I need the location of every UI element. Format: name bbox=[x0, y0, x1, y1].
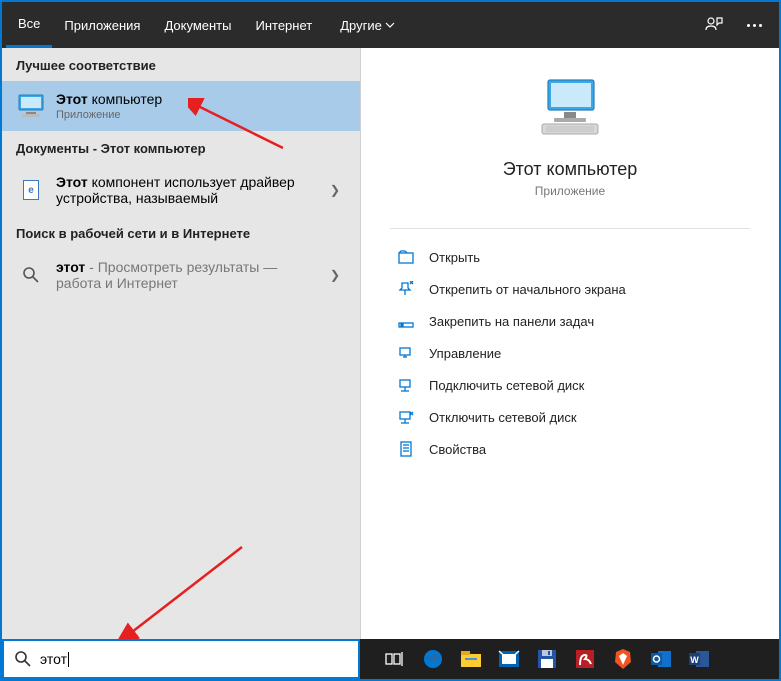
this-pc-icon bbox=[16, 93, 46, 119]
brave-icon[interactable] bbox=[606, 642, 640, 676]
search-content: Лучшее соответствие Этот компьютер Прило… bbox=[2, 48, 779, 639]
mail-icon[interactable] bbox=[492, 642, 526, 676]
result-bold: этот bbox=[56, 259, 85, 275]
word-icon[interactable]: W bbox=[682, 642, 716, 676]
documents-header: Документы - Этот компьютер bbox=[2, 131, 360, 164]
unpin-icon bbox=[395, 280, 417, 298]
result-text: Этот компьютер Приложение bbox=[56, 91, 346, 121]
properties-icon bbox=[395, 440, 417, 458]
tab-apps[interactable]: Приложения bbox=[52, 4, 152, 47]
action-label: Свойства bbox=[429, 442, 486, 457]
action-label: Подключить сетевой диск bbox=[429, 378, 584, 393]
tab-documents[interactable]: Документы bbox=[152, 4, 243, 47]
best-match-header: Лучшее соответствие bbox=[2, 48, 360, 81]
search-box[interactable]: этот bbox=[2, 639, 360, 679]
preview-title: Этот компьютер bbox=[503, 159, 638, 180]
action-label: Открыть bbox=[429, 250, 480, 265]
outlook-icon[interactable] bbox=[644, 642, 678, 676]
action-properties[interactable]: Свойства bbox=[395, 433, 779, 465]
result-text: Этот компонент использует драйвер устрой… bbox=[56, 174, 324, 206]
document-icon: e bbox=[16, 177, 46, 203]
result-bold: Этот bbox=[56, 91, 88, 107]
divider bbox=[390, 228, 749, 229]
task-view-icon[interactable] bbox=[378, 642, 412, 676]
preview-panel: Этот компьютер Приложение Открыть Откреп… bbox=[360, 48, 779, 639]
tabs-right-controls bbox=[697, 8, 771, 42]
feedback-icon[interactable] bbox=[697, 8, 731, 42]
result-rest: компонент использует драйвер устройства,… bbox=[56, 174, 295, 206]
result-text: этот - Просмотреть результаты — работа и… bbox=[56, 259, 324, 291]
search-icon bbox=[14, 650, 32, 668]
edge-icon[interactable] bbox=[416, 642, 450, 676]
action-label: Открепить от начального экрана bbox=[429, 282, 626, 297]
open-icon bbox=[395, 248, 417, 266]
action-disconnect-drive[interactable]: Отключить сетевой диск bbox=[395, 401, 779, 433]
actions-list: Открыть Открепить от начального экрана З… bbox=[361, 241, 779, 465]
result-web-search[interactable]: этот - Просмотреть результаты — работа и… bbox=[2, 249, 360, 301]
result-rest: компьютер bbox=[88, 91, 162, 107]
preview-this-pc-icon bbox=[534, 76, 606, 145]
web-search-header: Поиск в рабочей сети и в Интернете bbox=[2, 216, 360, 249]
search-input[interactable]: этот bbox=[40, 651, 348, 668]
disconnect-drive-icon bbox=[395, 408, 417, 426]
taskbar: этот W bbox=[2, 639, 779, 679]
map-drive-icon bbox=[395, 376, 417, 394]
result-bold: Этот bbox=[56, 174, 88, 190]
chevron-down-icon bbox=[385, 22, 395, 28]
adobe-reader-icon[interactable] bbox=[568, 642, 602, 676]
action-map-drive[interactable]: Подключить сетевой диск bbox=[395, 369, 779, 401]
action-label: Отключить сетевой диск bbox=[429, 410, 577, 425]
action-pin-taskbar[interactable]: Закрепить на панели задач bbox=[395, 305, 779, 337]
action-unpin-start[interactable]: Открепить от начального экрана bbox=[395, 273, 779, 305]
result-sub: Приложение bbox=[56, 109, 346, 121]
search-value: этот bbox=[40, 651, 67, 667]
taskbar-icons: W bbox=[360, 642, 716, 676]
chevron-right-icon[interactable]: ❯ bbox=[324, 268, 346, 282]
save-icon[interactable] bbox=[530, 642, 564, 676]
tab-more[interactable]: Другие bbox=[328, 4, 407, 47]
file-explorer-icon[interactable] bbox=[454, 642, 488, 676]
svg-text:W: W bbox=[690, 655, 699, 665]
pin-taskbar-icon bbox=[395, 312, 417, 330]
result-this-pc[interactable]: Этот компьютер Приложение bbox=[2, 81, 360, 131]
tab-internet[interactable]: Интернет bbox=[243, 4, 324, 47]
result-rest: - Просмотреть результаты — работа и Инте… bbox=[56, 259, 277, 291]
tab-all[interactable]: Все bbox=[6, 2, 52, 48]
preview-subtitle: Приложение bbox=[535, 184, 605, 198]
more-options-icon[interactable] bbox=[737, 8, 771, 42]
result-document[interactable]: e Этот компонент использует драйвер устр… bbox=[2, 164, 360, 216]
action-manage[interactable]: Управление bbox=[395, 337, 779, 369]
action-open[interactable]: Открыть bbox=[395, 241, 779, 273]
search-icon bbox=[16, 262, 46, 288]
chevron-right-icon[interactable]: ❯ bbox=[324, 183, 346, 197]
search-tabs: Все Приложения Документы Интернет Другие bbox=[2, 2, 779, 48]
action-label: Управление bbox=[429, 346, 501, 361]
tab-more-label: Другие bbox=[340, 18, 382, 33]
manage-icon bbox=[395, 344, 417, 362]
results-panel: Лучшее соответствие Этот компьютер Прило… bbox=[2, 48, 360, 639]
action-label: Закрепить на панели задач bbox=[429, 314, 594, 329]
